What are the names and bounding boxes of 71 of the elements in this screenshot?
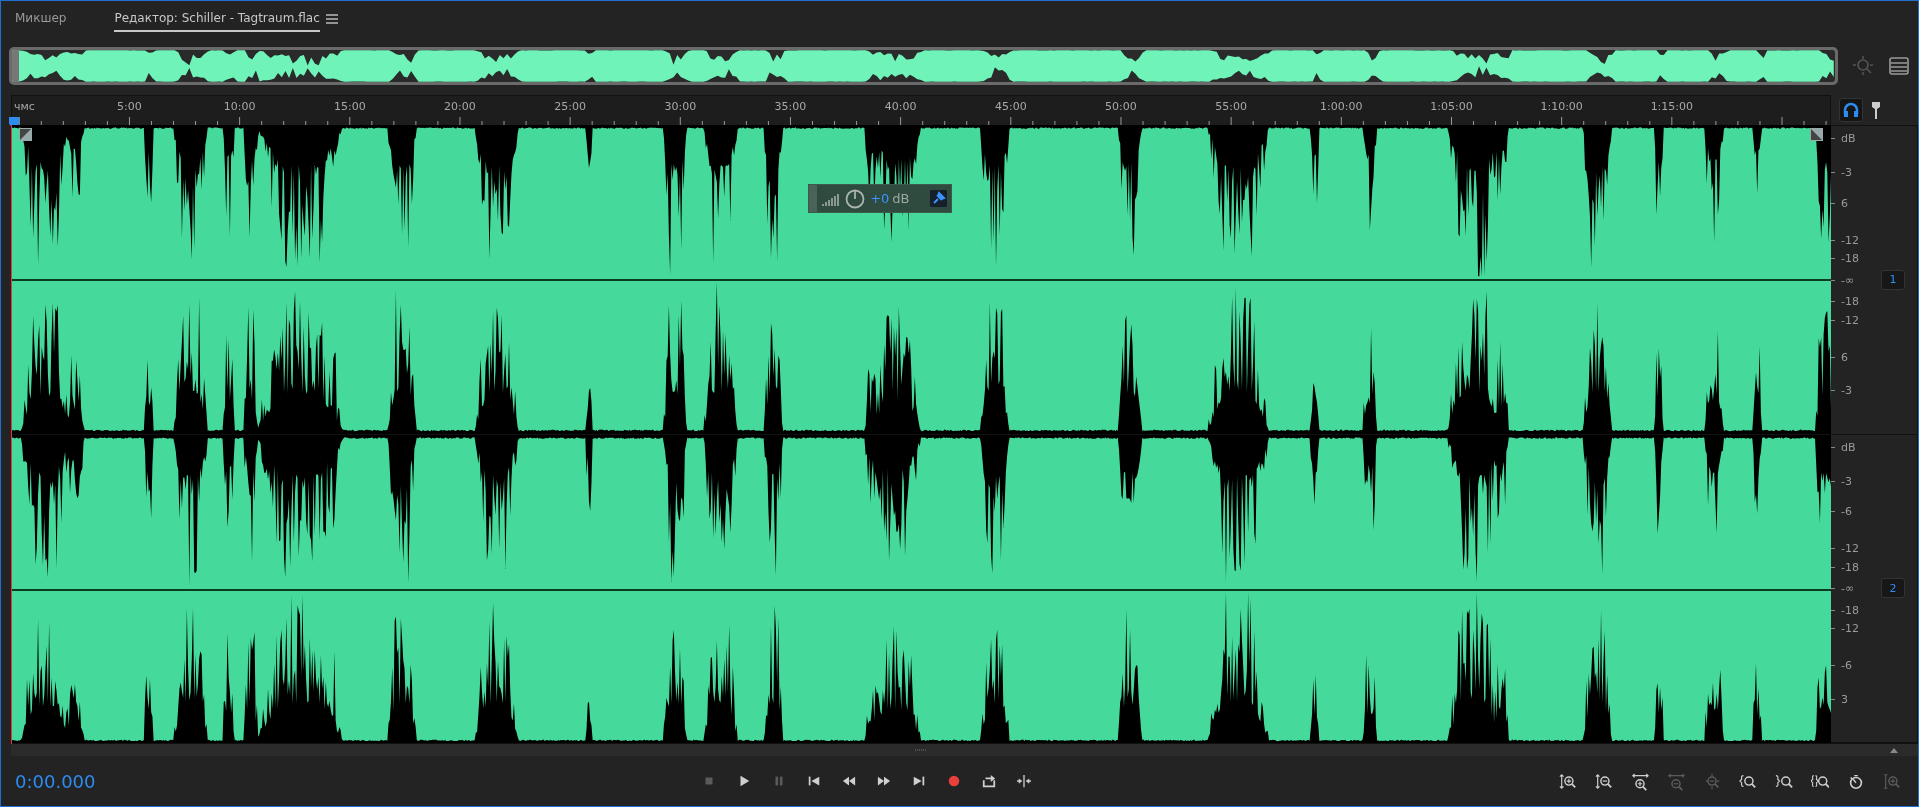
gain-hud[interactable]: +0 dB [808,184,953,213]
db-scale-label: -3 [1841,383,1852,397]
db-scale-label: -12 [1841,541,1859,555]
time-label: 15:00 [333,100,366,113]
marker-icon[interactable] [1871,101,1881,119]
gain-unit: dB [892,191,910,206]
db-scale-label: -∞ [1841,581,1855,595]
db-scale-label: -18 [1841,603,1859,617]
time-label: 40:00 [884,100,917,113]
time-display: 0:00.000 [15,770,97,792]
zoom-out-time-icon [1667,771,1685,791]
db-scale-label: -6 [1841,504,1852,518]
db-scale-label: dB [1841,440,1856,454]
headphones-icon[interactable] [1839,98,1863,122]
level-bars-icon [822,191,841,206]
skip-selection-icon [1017,774,1031,788]
time-label: 50:00 [1105,100,1137,113]
loop-icon [982,774,996,788]
db-scale-label: 6 [1841,350,1848,364]
time-label: 1:10:00 [1540,100,1583,113]
menu-icon[interactable] [325,14,338,24]
time-label: 20:00 [444,100,476,113]
db-scale-label: -18 [1841,560,1859,574]
time-label: 1:05:00 [1430,100,1473,113]
zoom-in-time-icon [1631,771,1649,791]
time-label: 30:00 [664,100,697,113]
db-scale-label: -12 [1841,233,1859,247]
editor-tab[interactable]: Редактор: Schiller - Tagtraum.flac [114,6,320,32]
db-scale-label: 6 [1841,196,1848,210]
scroll-up-icon[interactable] [1890,747,1898,753]
time-label: 45:00 [994,100,1027,113]
rewind-icon [842,774,856,788]
scroll-grip-icon [914,748,928,752]
list-icon[interactable] [1888,55,1910,77]
zoom-all-tracks-icon [1883,771,1901,791]
fast-forward-icon [877,774,891,788]
overview-waveform[interactable] [9,47,1838,85]
to-end-icon [912,774,926,788]
fade-in-handle-icon[interactable] [19,128,32,141]
channel-badge[interactable]: 1 [1881,269,1905,290]
record-icon [947,774,961,788]
db-scale-label: dB [1841,131,1856,145]
gain-value: +0 [870,191,890,206]
time-label: 1:00:00 [1320,100,1363,113]
db-scale-label: -18 [1841,294,1859,308]
to-start-icon [807,774,821,788]
editor-tab[interactable]: Микшер [15,6,67,32]
time-label: 5:00 [117,100,142,113]
db-scale-label: -3 [1841,474,1852,488]
db-scale-label: -∞ [1841,273,1855,287]
time-ruler[interactable]: чмс 5:00 10:00 15:00 20:00 25:00 30:00 35:00 40:00 45:00 50:00 55:00 1:00:00 1:05:00 1:10:00 1:15:00 [11,95,1831,125]
time-label: 35:00 [774,100,807,113]
db-scale-label: 3 [1841,692,1848,706]
db-scale-label: -12 [1841,621,1859,635]
db-scale-label: -6 [1841,658,1852,672]
zoom-out-amplitude-icon [1595,771,1613,791]
zoom-out-full-icon [1703,771,1721,791]
zoom-in-amplitude-icon [1559,771,1577,791]
time-label: 10:00 [223,100,256,113]
time-label: 25:00 [554,100,586,113]
db-scale-label: -3 [1841,165,1852,179]
db-scale-label: -12 [1841,313,1859,327]
gain-knob[interactable] [845,188,866,209]
time-label: 1:15:00 [1650,100,1694,113]
db-scale-label: -18 [1841,251,1859,265]
time-label: 55:00 [1215,100,1247,113]
time-unit-label: чмс [14,100,35,113]
pin-icon[interactable] [930,190,948,207]
channel-badge[interactable]: 2 [1881,578,1905,599]
fade-out-handle-icon[interactable] [1810,128,1823,141]
horizontal-scrollbar[interactable] [11,744,1831,756]
